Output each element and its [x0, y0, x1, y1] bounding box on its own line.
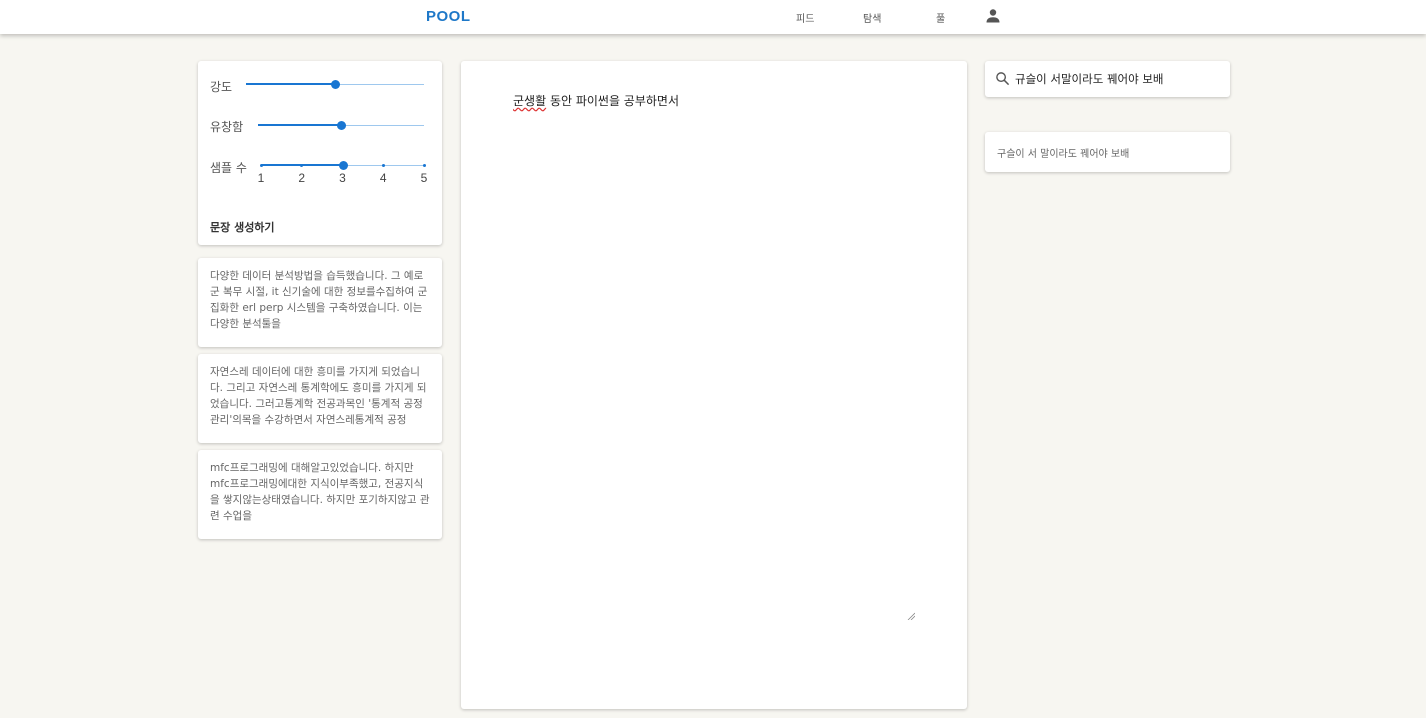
text-editor[interactable]: 군생활 동안 파이썬을 공부하면서	[513, 92, 919, 622]
result-card[interactable]: 자연스레 데이터에 대한 흥미를 가지게 되었습니다. 그리고 자연스레 통계학…	[198, 354, 442, 443]
slider-tick-mark	[381, 164, 385, 167]
nav-pool[interactable]: 풀	[936, 10, 945, 25]
generate-sentence-button[interactable]: 문장 생성하기	[210, 219, 275, 235]
fluency-label: 유창함	[210, 120, 244, 134]
editor-text-content: 동안 파이썬을 공부하면서	[546, 94, 680, 108]
intensity-label: 강도	[210, 80, 233, 94]
sample-tick-label: 4	[379, 171, 387, 185]
slider-thumb[interactable]	[337, 121, 346, 130]
fluency-slider[interactable]	[258, 120, 424, 132]
slider-fill	[258, 124, 341, 126]
search-icon[interactable]	[995, 71, 1010, 86]
intensity-slider[interactable]	[246, 79, 424, 91]
result-card[interactable]: mfc프로그래밍에 대해알고있었습니다. 하지만 mfc프로그래밍에대한 지식이…	[198, 450, 442, 539]
suggestion-text: 구슬이 서 말이라도 꿰어야 보배	[997, 149, 1130, 160]
sample-tick-label: 1	[257, 171, 265, 185]
nav-explore[interactable]: 탐색	[863, 10, 881, 25]
slider-thumb[interactable]	[338, 161, 348, 170]
sample-tick-label: 5	[420, 171, 428, 185]
suggestion-card[interactable]: 구슬이 서 말이라도 꿰어야 보배	[985, 132, 1230, 172]
slider-tick-mark	[422, 164, 426, 167]
result-card[interactable]: 다양한 데이터 분석방법을 습득했습니다. 그 예로 군 복무 시절, it 신…	[198, 258, 442, 347]
sample-count-label: 샘플 수	[210, 161, 247, 175]
editor-card: 군생활 동안 파이썬을 공부하면서	[461, 61, 967, 709]
sample-tick-label: 3	[339, 171, 346, 185]
top-navigation-bar: POOL 피드 탐색 풀	[0, 0, 1426, 34]
generation-controls-card: 강도 유창함 샘플 수 1 2 3 4 5 문장 생성하기	[198, 61, 442, 245]
person-icon[interactable]	[985, 8, 1001, 24]
slider-tick-mark	[300, 164, 304, 167]
resize-handle-icon[interactable]	[907, 612, 915, 620]
nav-feed[interactable]: 피드	[796, 10, 814, 25]
sample-tick-label: 2	[298, 171, 306, 185]
search-box	[985, 61, 1230, 97]
slider-fill	[246, 83, 335, 85]
search-input[interactable]	[1015, 70, 1220, 88]
slider-thumb[interactable]	[331, 80, 340, 89]
misspelled-word[interactable]: 군생활	[513, 94, 546, 108]
app-logo[interactable]: POOL	[426, 8, 471, 25]
slider-tick-mark	[259, 164, 263, 167]
